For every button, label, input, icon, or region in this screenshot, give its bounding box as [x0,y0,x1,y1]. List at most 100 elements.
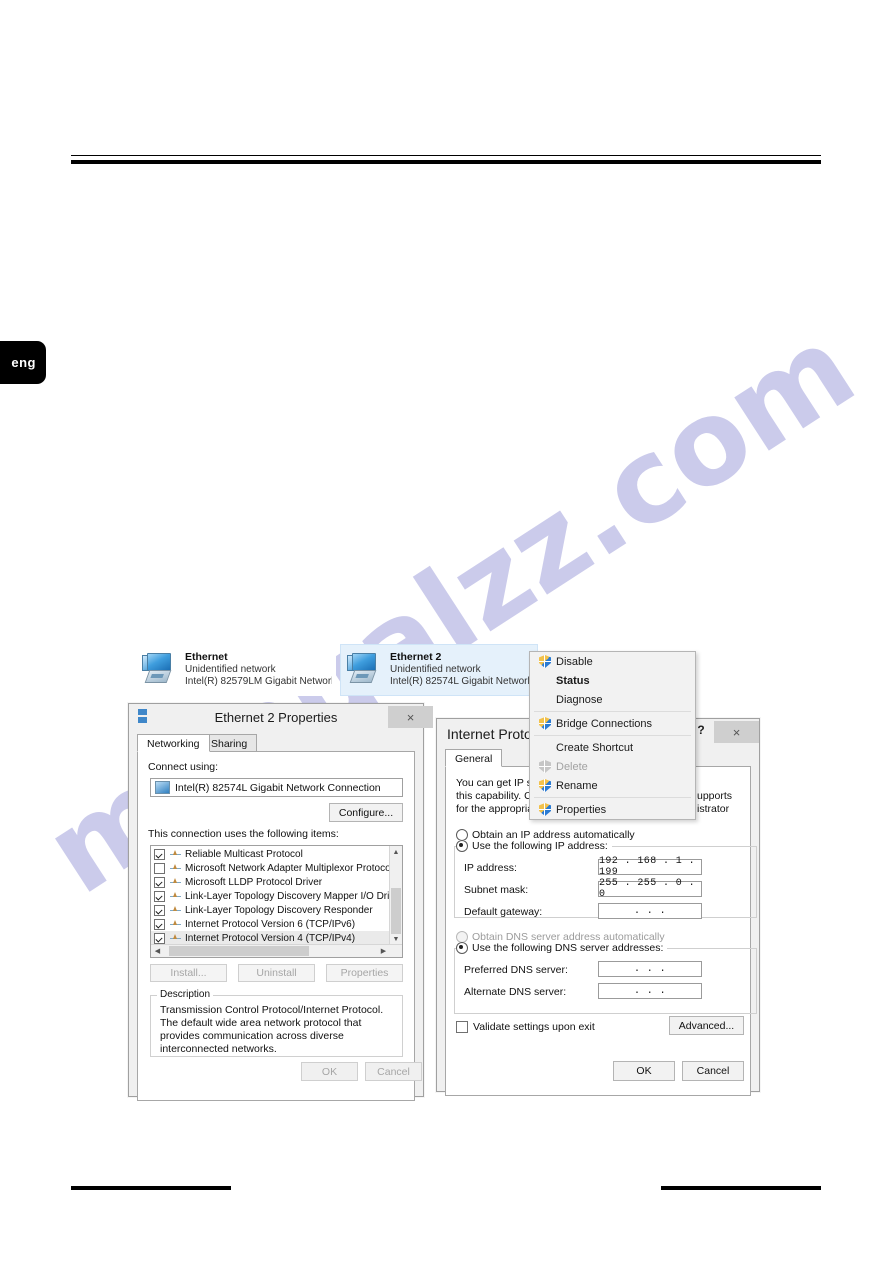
subnet-mask-input[interactable]: 255 . 255 . 0 . 0 [598,878,702,900]
radio-icon[interactable] [456,942,468,954]
validate-checkbox-row[interactable]: Validate settings upon exit [456,1021,595,1033]
menu-item-bridge-connections[interactable]: Bridge Connections [530,714,695,733]
tab-general[interactable]: General [445,749,503,767]
checkbox-icon[interactable] [154,890,165,902]
ok-button[interactable]: OK [613,1061,675,1081]
uninstall-button[interactable]: Uninstall [238,964,315,982]
list-item[interactable]: Link-Layer Topology Discovery Responder [151,903,390,917]
protocol-icon [170,877,181,887]
connection-adapter: Intel(R) 82579LM Gigabit Network... [185,676,332,688]
properties-button[interactable]: Properties [326,964,403,982]
subnet-mask-label: Subnet mask: [464,884,529,896]
alternate-dns-input[interactable]: . . . [598,983,702,999]
list-item[interactable]: Reliable Multicast Protocol [151,847,390,861]
checkbox-icon[interactable] [154,904,165,916]
list-item[interactable]: Microsoft Network Adapter Multiplexor Pr… [151,861,393,875]
adapter-field: Intel(R) 82574L Gigabit Network Connecti… [150,778,403,797]
protocol-icon [170,905,181,915]
use-dns-label: Use the following DNS server addresses: [472,942,664,954]
checkbox-icon[interactable] [154,932,165,944]
advanced-button[interactable]: Advanced... [669,1016,744,1035]
adapter-icon [155,781,170,794]
checkbox-icon[interactable] [154,848,165,860]
close-icon[interactable]: × [388,706,433,728]
connection-tile-ethernet[interactable]: Ethernet Unidentified network Intel(R) 8… [136,644,336,696]
connect-using-label: Connect using: [148,761,219,773]
menu-separator [534,711,691,712]
list-item-label: Link-Layer Topology Discovery Mapper I/O… [185,890,403,902]
list-item-label: Link-Layer Topology Discovery Responder [185,904,373,916]
scroll-up-icon[interactable]: ▲ [390,846,402,858]
header-rule-thin [71,155,821,156]
menu-item-create-shortcut[interactable]: Create Shortcut [530,738,695,757]
ip-address-input[interactable]: 192 . 168 . 1 . 199 [598,856,702,878]
validate-label: Validate settings upon exit [473,1021,595,1033]
document-page: eng manualzz.com Ethernet Unidentified n… [0,0,893,1263]
vertical-scrollbar[interactable]: ▲ ▼ [389,846,402,945]
close-icon[interactable]: × [714,721,759,743]
protocol-items-list[interactable]: Reliable Multicast Protocol Microsoft Ne… [150,845,403,958]
install-button[interactable]: Install... [150,964,227,982]
use-ip-radio-row[interactable]: Use the following IP address: [456,840,612,852]
tab-strip: Networking Sharing [137,734,423,752]
description-group: Description Transmission Control Protoco… [150,989,403,1057]
ok-button[interactable]: OK [301,1062,358,1081]
scrollbar-thumb[interactable] [391,888,401,934]
list-item[interactable]: Microsoft LLDP Protocol Driver [151,875,390,889]
description-text: Transmission Control Protocol/Internet P… [160,1004,384,1055]
use-dns-radio-row[interactable]: Use the following DNS server addresses: [456,942,668,954]
connection-status: Unidentified network [390,663,481,675]
checkbox-icon[interactable] [154,918,165,930]
menu-item-disable[interactable]: Disable [530,652,695,671]
network-adapter-icon [140,652,180,688]
configure-button[interactable]: Configure... [329,803,403,822]
menu-item-rename[interactable]: Rename [530,776,695,795]
menu-item-label: Bridge Connections [556,717,653,730]
menu-separator [534,797,691,798]
dialog-title-bar: Ethernet 2 Properties × [129,704,433,734]
menu-item-label: Rename [556,779,598,792]
shield-icon [534,803,556,816]
menu-item-properties[interactable]: Properties [530,800,695,819]
connection-name: Ethernet [185,651,228,664]
list-item-label: Internet Protocol Version 6 (TCP/IPv6) [185,918,356,930]
list-item-label: Internet Protocol Version 4 (TCP/IPv4) [185,932,356,944]
menu-item-label: Properties [556,803,607,816]
adapter-value: Intel(R) 82574L Gigabit Network Connecti… [175,781,381,794]
list-item-label: Reliable Multicast Protocol [185,848,303,860]
list-item-label: Microsoft LLDP Protocol Driver [185,876,323,888]
list-item[interactable]: Link-Layer Topology Discovery Mapper I/O… [151,889,402,903]
checkbox-icon[interactable] [456,1021,468,1033]
connection-status: Unidentified network [185,663,276,675]
protocol-icon [170,849,181,859]
footer-rule-left [71,1186,231,1190]
shield-icon [534,760,556,773]
preferred-dns-input[interactable]: . . . [598,961,702,977]
list-item[interactable]: Internet Protocol Version 4 (TCP/IPv4) [151,931,390,945]
alternate-dns-label: Alternate DNS server: [464,986,567,998]
items-label: This connection uses the following items… [148,828,339,840]
menu-item-diagnose[interactable]: Diagnose [530,690,695,709]
menu-item-status[interactable]: Status [530,671,695,690]
checkbox-icon[interactable] [154,862,165,874]
connection-context-menu[interactable]: Disable Status Diagnose Bridge Connectio… [529,651,696,820]
connection-tile-ethernet-2[interactable]: Ethernet 2 Unidentified network Intel(R)… [340,644,538,696]
scroll-left-icon[interactable]: ◀ [151,945,164,957]
list-item[interactable]: Internet Protocol Version 6 (TCP/IPv6) [151,917,390,931]
list-item-label: Microsoft Network Adapter Multiplexor Pr… [185,862,393,874]
menu-item-label: Delete [556,760,588,773]
preferred-dns-label: Preferred DNS server: [464,964,568,976]
checkbox-icon[interactable] [154,876,165,888]
scroll-right-icon[interactable]: ▶ [377,945,390,957]
header-rule-thick [71,160,821,164]
scrollbar-thumb[interactable] [169,946,309,956]
footer-rule-right [661,1186,821,1190]
radio-icon[interactable] [456,840,468,852]
cancel-button[interactable]: Cancel [365,1062,422,1081]
cancel-button[interactable]: Cancel [682,1061,744,1081]
networking-tab-pane: Connect using: Intel(R) 82574L Gigabit N… [137,751,415,1101]
protocol-icon [170,863,181,873]
default-gateway-input[interactable]: . . . [598,903,702,919]
tab-networking[interactable]: Networking [137,734,210,752]
horizontal-scrollbar[interactable]: ◀ ▶ [151,944,402,957]
